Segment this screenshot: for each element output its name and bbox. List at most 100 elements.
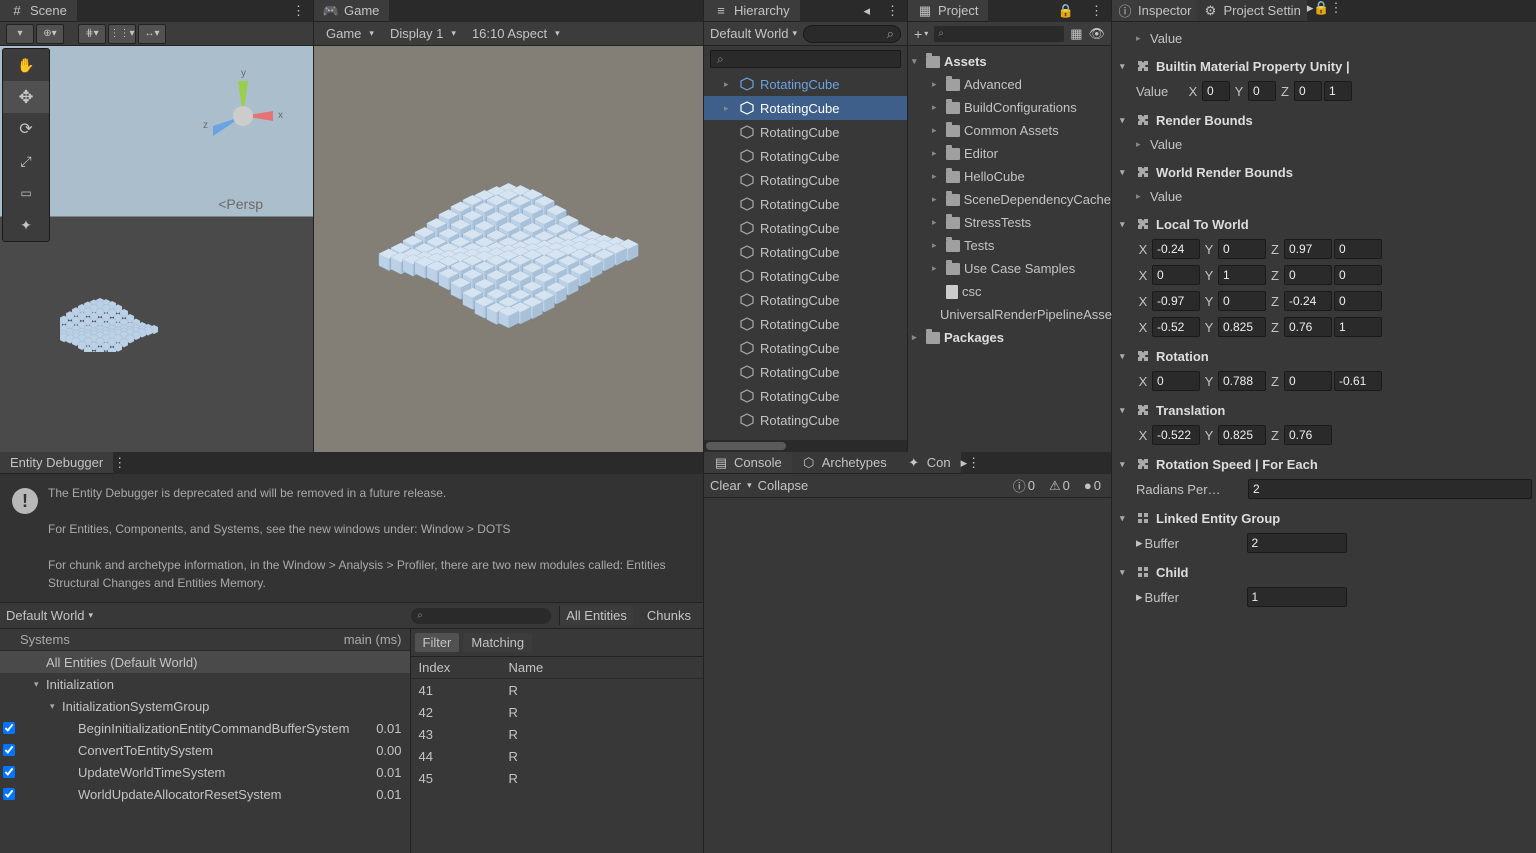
inspector-tab[interactable]: ⓘ Inspector [1112,0,1197,22]
info-count[interactable]: ⓘ0 [1009,476,1039,495]
component-header-local-to-world[interactable]: ▾ Local To World [1116,210,1532,234]
project-item[interactable]: ▸Editor [908,142,1111,165]
matrix-x-input[interactable]: 0 [1152,265,1200,285]
hierarchy-list[interactable]: ▸ RotatingCube▸ RotatingCube RotatingCub… [704,72,907,440]
w-input[interactable]: 1 [1324,81,1352,101]
hierarchy-search[interactable] [803,25,901,43]
hierarchy-item[interactable]: RotatingCube [704,360,907,384]
system-row[interactable]: BeginInitializationEntityCommandBufferSy… [0,717,410,739]
chunks-button[interactable]: Chunks [641,606,697,625]
hierarchy-item[interactable]: RotatingCube [704,144,907,168]
system-row[interactable]: ▾Initialization [0,673,410,695]
project-item[interactable]: ▸HelloCube [908,165,1111,188]
create-asset-button[interactable] [914,26,928,42]
radians-input[interactable]: 2 [1248,479,1532,499]
matrix-y-input[interactable]: 0.825 [1218,317,1266,337]
system-row[interactable]: ▾InitializationSystemGroup [0,695,410,717]
y-input[interactable]: 0 [1248,81,1276,101]
entity-row[interactable]: 43R [411,723,704,745]
project-item[interactable]: ▸Advanced [908,73,1111,96]
error-count[interactable]: ●0 [1080,478,1105,493]
project-item[interactable]: ▸SceneDependencyCache [908,188,1111,211]
matrix-z-input[interactable]: 0 [1284,265,1332,285]
matrix-z-input[interactable]: 0.97 [1284,239,1332,259]
translation-z-input[interactable]: 0.76 [1284,425,1332,445]
project-hidden-toggle[interactable]: 👁 [1088,26,1105,42]
entity-row[interactable]: 44R [411,745,704,767]
z-input[interactable]: 0 [1294,81,1322,101]
project-item[interactable]: ▸StressTests [908,211,1111,234]
project-item[interactable]: ▸Use Case Samples [908,257,1111,280]
scale-tool[interactable] [3,145,49,177]
matrix-y-input[interactable]: 1 [1218,265,1266,285]
hierarchy-item[interactable]: RotatingCube [704,336,907,360]
value-foldout-1[interactable]: ▸ Value [1116,132,1532,156]
move-tool[interactable] [3,81,49,113]
game-viewport[interactable] [314,46,703,452]
warn-count[interactable]: ⚠0 [1045,478,1074,494]
clear-dropdown-icon[interactable]: ▾ [747,480,752,491]
project-item[interactable]: ▾Assets [908,50,1111,73]
debugger-tab-menu[interactable]: ⋮ [113,455,126,471]
matrix-w-input[interactable]: 0 [1334,291,1382,311]
collapse-button[interactable]: Collapse [758,478,809,493]
hierarchy-item[interactable]: RotatingCube [704,264,907,288]
project-lock-icon[interactable]: 🔒 [1050,0,1082,22]
project-item[interactable]: UniversalRenderPipelineAsset [908,303,1111,326]
rotation-z-input[interactable]: 0 [1284,371,1332,391]
component-header-builtin-material[interactable]: ▾ Builtin Material Property Unity | [1116,52,1532,76]
matrix-y-input[interactable]: 0 [1218,291,1266,311]
hierarchy-item[interactable]: RotatingCube [704,192,907,216]
value-foldout-2[interactable]: ▸ Value [1116,184,1532,208]
all-entities-button[interactable]: All Entities [559,606,633,625]
clear-button[interactable]: Clear [710,478,741,493]
matrix-y-input[interactable]: 0 [1218,239,1266,259]
snap-settings-button[interactable]: ↔▾ [138,24,166,44]
component-header-rotation[interactable]: ▾ Rotation [1116,342,1532,366]
con-tab[interactable]: ✦ Con [897,452,961,474]
scene-viewport[interactable]: y x z <Persp [0,46,313,452]
system-checkbox[interactable] [0,788,18,800]
hierarchy-item[interactable]: RotatingCube [704,120,907,144]
rotation-y-input[interactable]: 0.788 [1218,371,1266,391]
scene-tab-menu[interactable]: ⋮ [284,0,313,22]
game-mode-dropdown[interactable]: Game [320,24,380,43]
debugger-search[interactable] [411,608,551,624]
component-header-translation[interactable]: ▾ Translation [1116,396,1532,420]
project-search[interactable] [934,26,1064,42]
component-header-render-bounds[interactable]: ▾ Render Bounds [1116,106,1532,130]
entity-row[interactable]: 45R [411,767,704,789]
project-tree[interactable]: ▾Assets▸Advanced▸BuildConfigurations▸Com… [908,46,1111,353]
project-item[interactable]: csc [908,280,1111,303]
inspector-nav[interactable]: ▸🔒 [1307,0,1330,22]
game-tab[interactable]: 🎮 Game [314,0,389,22]
hierarchy-item[interactable]: RotatingCube [704,216,907,240]
matrix-w-input[interactable]: 1 [1334,317,1382,337]
hierarchy-item[interactable]: ▸ RotatingCube [704,96,907,120]
system-row[interactable]: All Entities (Default World) [0,651,410,673]
matrix-x-input[interactable]: -0.24 [1152,239,1200,259]
rotation-w-input[interactable]: -0.61 [1334,371,1382,391]
translation-x-input[interactable]: -0.522 [1152,425,1200,445]
matrix-x-input[interactable]: -0.97 [1152,291,1200,311]
hierarchy-nav-prev[interactable]: ◂ [855,0,878,22]
hierarchy-item[interactable]: RotatingCube [704,408,907,432]
system-row[interactable]: UpdateWorldTimeSystem0.01 [0,761,410,783]
hierarchy-scrollbar[interactable] [704,440,907,452]
system-checkbox[interactable] [0,744,18,756]
x-input[interactable]: 0 [1202,81,1230,101]
hierarchy-item[interactable]: ▸ RotatingCube [704,72,907,96]
archetypes-tab[interactable]: ⬡ Archetypes [792,452,897,474]
world-dropdown[interactable]: Default World [710,26,797,41]
project-item[interactable]: ▸BuildConfigurations [908,96,1111,119]
system-row[interactable]: ConvertToEntitySystem0.00 [0,739,410,761]
orientation-gizmo[interactable]: y x z [193,66,293,166]
hand-tool[interactable] [3,49,49,81]
inspector-tab-menu[interactable]: ⋮ [1330,0,1343,22]
systems-list[interactable]: All Entities (Default World)▾Initializat… [0,651,410,805]
transform-tool[interactable] [3,209,49,241]
component-header-child[interactable]: ▾ Child [1116,558,1532,582]
grid-snap-button[interactable]: ⋕▾ [78,24,106,44]
aspect-dropdown[interactable]: 16:10 Aspect [466,24,566,43]
entities-list[interactable]: 41R42R43R44R45R [411,679,704,789]
